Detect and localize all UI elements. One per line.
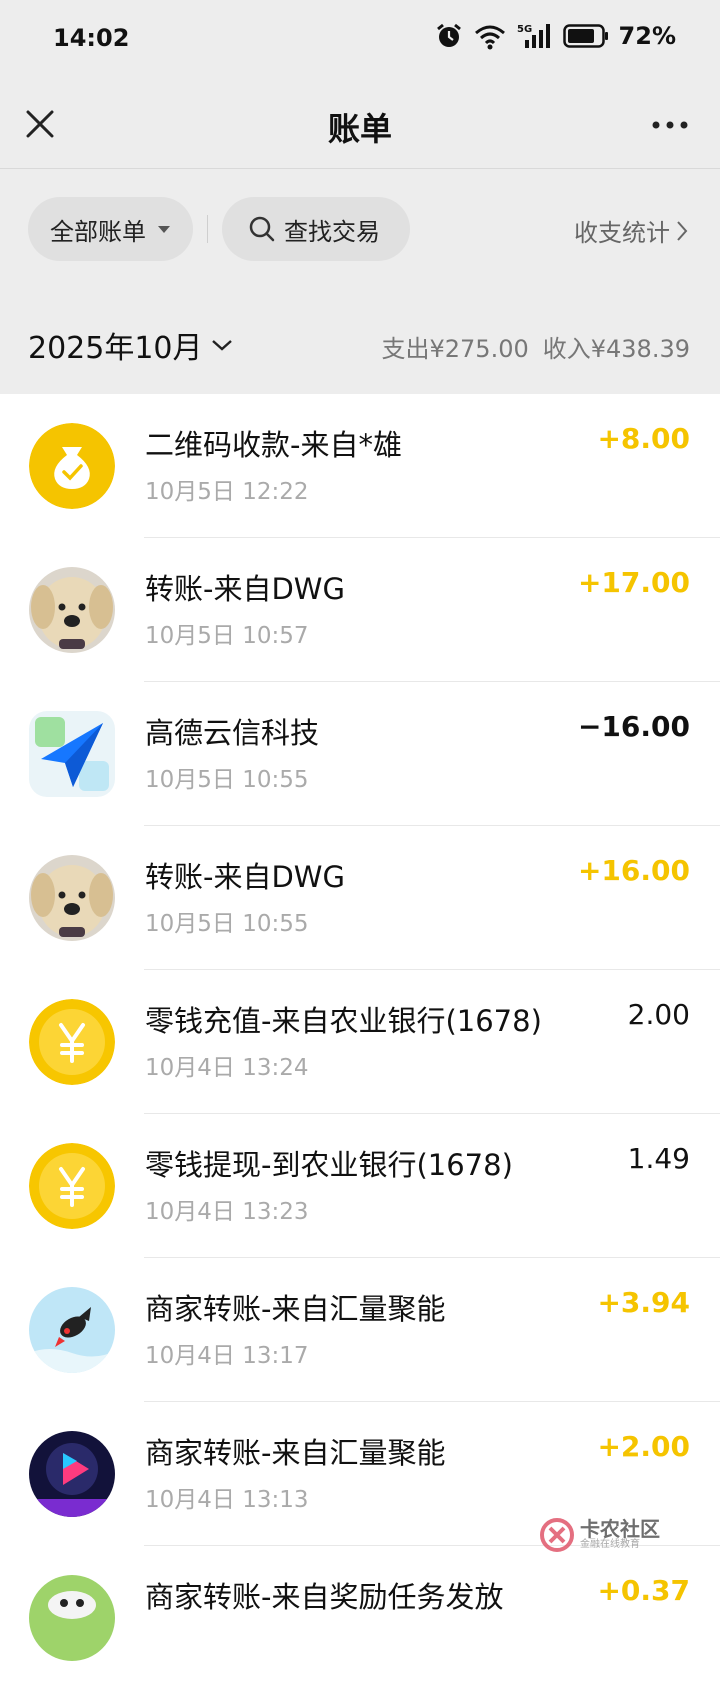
watermark: 卡农社区 金融在线教育 (540, 1518, 660, 1552)
transaction-title: 二维码收款-来自*雄 (145, 428, 402, 462)
nav-bar: 账单 (0, 80, 720, 169)
transaction-time: 10月4日 13:23 (145, 1199, 309, 1225)
stats-label: 收支统计 (574, 219, 670, 247)
fish-avatar (29, 1287, 115, 1373)
transaction-amount: −16.00 (577, 710, 690, 743)
transaction-time: 10月4日 13:13 (145, 1487, 309, 1513)
dog-avatar (29, 567, 115, 653)
transaction-row[interactable]: 转账-来自DWG 10月5日 10:57 +17.00 (0, 538, 720, 682)
dog-avatar (29, 855, 115, 941)
transaction-amount: +16.00 (577, 854, 690, 887)
search-label: 查找交易 (284, 217, 380, 246)
month-label: 2025年10月 (28, 331, 203, 366)
status-icons: 5G 72% (435, 22, 676, 50)
all-bills-filter[interactable]: 全部账单 (28, 197, 193, 261)
month-summary-bar: 2025年10月 支出¥275.00 收入¥438.39 (0, 293, 720, 394)
cartoon-avatar (29, 1575, 115, 1661)
transaction-row[interactable]: 商家转账-来自奖励任务发放 +0.37 (0, 1546, 720, 1690)
video-play-avatar (29, 1431, 115, 1517)
transaction-row[interactable]: 商家转账-来自汇量聚能 10月4日 13:17 +3.94 (0, 1258, 720, 1402)
transaction-time: 10月5日 10:55 (145, 911, 309, 937)
transaction-amount: +8.00 (597, 422, 690, 455)
transaction-time: 10月5日 10:57 (145, 623, 309, 649)
amap-icon (29, 711, 115, 797)
more-icon[interactable] (650, 110, 690, 140)
search-transactions-button[interactable]: 查找交易 (222, 197, 410, 261)
watermark-title: 卡农社区 (580, 1517, 660, 1541)
transaction-title: 商家转账-来自汇量聚能 (145, 1292, 446, 1326)
transaction-amount: 1.49 (627, 1142, 690, 1175)
network-type: 5G (517, 24, 532, 35)
chevron-right-icon (677, 220, 688, 241)
search-icon (249, 216, 275, 242)
yuan-coin-icon (29, 1143, 115, 1229)
battery-icon (562, 24, 608, 48)
transaction-title: 转账-来自DWG (145, 860, 345, 894)
transaction-row[interactable]: 二维码收款-来自*雄 10月5日 12:22 +8.00 (0, 394, 720, 538)
transaction-title: 商家转账-来自汇量聚能 (145, 1436, 446, 1470)
transaction-list: 二维码收款-来自*雄 10月5日 12:22 +8.00 转账-来自DWG 10… (0, 394, 720, 1690)
expense-total: 支出¥275.00 (381, 335, 529, 363)
dropdown-triangle-icon (158, 226, 170, 233)
income-expense-stats-link[interactable]: 收支统计 (574, 213, 688, 248)
watermark-logo (540, 1518, 574, 1552)
transaction-time: 10月5日 12:22 (145, 479, 309, 505)
transaction-row[interactable]: 零钱提现-到农业银行(1678) 10月4日 13:23 1.49 (0, 1114, 720, 1258)
filter-bar: 全部账单 查找交易 收支统计 (0, 169, 720, 293)
income-total: 收入¥438.39 (542, 335, 690, 363)
transaction-row[interactable]: 零钱充值-来自农业银行(1678) 10月4日 13:24 2.00 (0, 970, 720, 1114)
transaction-title: 零钱充值-来自农业银行(1678) (145, 1004, 542, 1038)
transaction-amount: 2.00 (627, 998, 690, 1031)
all-bills-label: 全部账单 (50, 217, 146, 246)
wifi-icon (474, 25, 505, 50)
transaction-time: 10月4日 13:17 (145, 1343, 309, 1369)
alarm-icon (436, 23, 461, 47)
transaction-amount: +17.00 (577, 566, 690, 599)
transaction-time: 10月4日 13:24 (145, 1055, 309, 1081)
page-title: 账单 (327, 110, 392, 148)
chevron-down-icon (211, 340, 232, 351)
month-selector[interactable]: 2025年10月 (28, 323, 233, 367)
transaction-amount: +2.00 (597, 1430, 690, 1463)
status-time: 14:02 (53, 24, 130, 52)
transaction-amount: +0.37 (597, 1574, 690, 1607)
month-totals: 支出¥275.00 收入¥438.39 (368, 329, 691, 364)
transaction-title: 零钱提现-到农业银行(1678) (145, 1148, 513, 1182)
transaction-row[interactable]: 高德云信科技 10月5日 10:55 −16.00 (0, 682, 720, 826)
transaction-title: 高德云信科技 (145, 716, 320, 750)
transaction-row[interactable]: 转账-来自DWG 10月5日 10:55 +16.00 (0, 826, 720, 970)
status-bar: 14:02 5G 72% (0, 0, 720, 80)
signal-icon: 5G (517, 24, 550, 48)
transaction-title: 商家转账-来自奖励任务发放 (145, 1580, 504, 1614)
filter-divider (207, 215, 208, 243)
transaction-amount: +3.94 (597, 1286, 690, 1319)
transaction-time: 10月5日 10:55 (145, 767, 309, 793)
money-bag-icon (29, 423, 115, 509)
transaction-title: 转账-来自DWG (145, 572, 345, 606)
battery-percent: 72% (618, 22, 676, 50)
yuan-coin-icon (29, 999, 115, 1085)
